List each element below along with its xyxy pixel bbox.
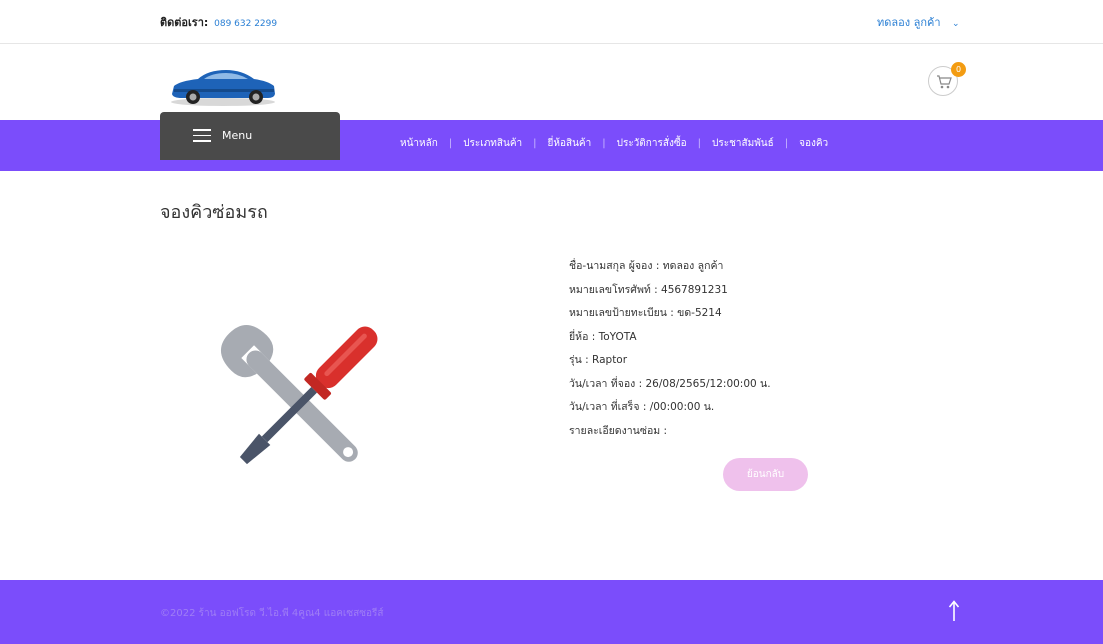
detail-customer-name: ชื่อ-นามสกุล ผู้จอง : ทดลอง ลูกค้า xyxy=(569,260,724,272)
detail-model: รุ่น : Raptor xyxy=(569,354,628,366)
nav-item-brands[interactable]: ยี่ห้อสินค้า xyxy=(548,136,592,151)
nav-item-booking[interactable]: จองคิว xyxy=(799,136,828,151)
contact-info: ติดต่อเรา: 089 632 2299 xyxy=(160,13,277,31)
detail-phone: หมายเลขโทรศัพท์ : 4567891231 xyxy=(569,283,728,296)
hamburger-icon[interactable] xyxy=(193,129,211,146)
nav-separator: | xyxy=(784,138,789,149)
menu-label[interactable]: Menu xyxy=(222,129,252,142)
detail-license-plate: หมายเลขป้ายทะเบียน : ขด-5214 xyxy=(569,307,722,319)
nav-item-order-history[interactable]: ประวัติการสั่งซื้อ xyxy=(617,136,687,151)
nav-separator: | xyxy=(602,138,606,149)
chevron-down-icon[interactable]: ⌄ xyxy=(952,19,960,29)
nav-item-home[interactable]: หน้าหลัก xyxy=(400,136,438,151)
user-name[interactable]: ทดลอง ลูกค้า xyxy=(877,16,941,29)
copyright-text: ©2022 ร้าน ออฟโรด วี.ไอ.พี 4คูณ4 แอคเซสซ… xyxy=(160,608,384,619)
menu-button[interactable]: Menu xyxy=(160,112,340,160)
cart-count-badge: 0 xyxy=(951,62,966,77)
detail-brand: ยี่ห้อ : ToYOTA xyxy=(569,330,637,343)
nav-separator: | xyxy=(533,138,537,149)
page-title: จองคิวซ่อมรถ xyxy=(160,202,268,223)
wrench-screwdriver-icon xyxy=(205,312,395,497)
detail-booking-time: วัน/เวลา ที่จอง : 26/08/2565/12:00:00 น. xyxy=(569,377,771,390)
nav-separator: | xyxy=(448,138,453,149)
booking-details: ชื่อ-นามสกุล ผู้จอง : ทดลอง ลูกค้า หมายเ… xyxy=(569,258,771,446)
detail-finish-time: วัน/เวลา ที่เสร็จ : /00:00:00 น. xyxy=(569,401,715,413)
contact-label: ติดต่อเรา: xyxy=(160,16,209,29)
cart-button[interactable]: 0 xyxy=(928,62,966,96)
back-button[interactable]: ย้อนกลับ xyxy=(723,458,808,491)
nav-links: หน้าหลัก | ประเภทสินค้า | ยี่ห้อสินค้า |… xyxy=(400,136,828,151)
nav-item-categories[interactable]: ประเภทสินค้า xyxy=(463,136,522,151)
contact-phone[interactable]: 089 632 2299 xyxy=(214,19,277,29)
detail-repair-description: รายละเอียดงานซ่อม : xyxy=(569,424,668,437)
top-bar: ติดต่อเรา: 089 632 2299 ทดลอง ลูกค้า ⌄ xyxy=(0,0,1103,44)
shopping-cart-icon[interactable] xyxy=(936,75,952,89)
car-logo[interactable] xyxy=(168,64,278,108)
nav-item-announcements[interactable]: ประชาสัมพันธ์ xyxy=(712,136,774,151)
arrow-up-icon[interactable] xyxy=(948,600,960,622)
nav-separator: | xyxy=(697,138,701,149)
user-menu[interactable]: ทดลอง ลูกค้า ⌄ xyxy=(877,13,960,31)
footer: ©2022 ร้าน ออฟโรด วี.ไอ.พี 4คูณ4 แอคเซสซ… xyxy=(0,580,1103,644)
